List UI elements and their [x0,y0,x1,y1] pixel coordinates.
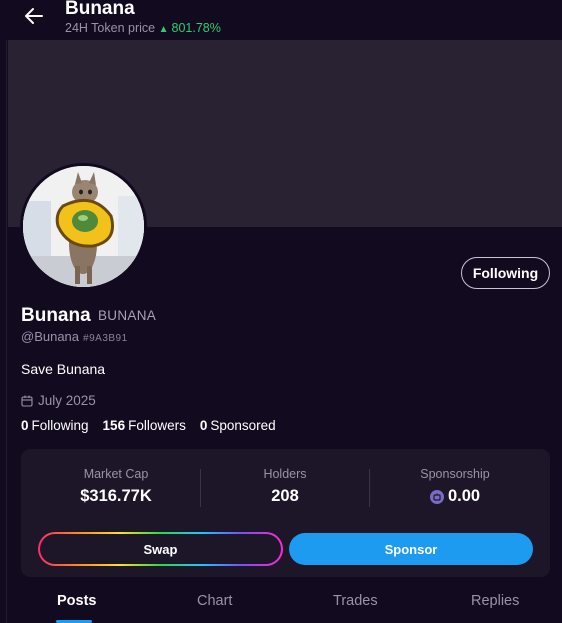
joined-text: July 2025 [38,393,96,408]
sponsorship-token-icon [429,489,444,504]
price-subtitle: 24H Token price ▲ 801.78% [65,21,221,35]
followers-stat[interactable]: 156 Followers [103,418,186,433]
back-button[interactable] [22,4,46,28]
profile-handle: @Bunana #9A3B91 [21,329,128,344]
market-cap-value: $316.77K [80,487,152,505]
swap-label: Swap [40,534,281,564]
followers-count: 156 [102,418,126,433]
token-ticker: BUNANA [98,308,157,323]
market-card: Market Cap $316.77K Holders 208 Sponsors… [21,449,550,577]
sponsorship-value-row: 0.00 [367,487,543,506]
avatar-image [23,166,144,287]
holders-value: 208 [271,487,299,505]
market-cap-metric: Market Cap $316.77K [28,467,204,506]
following-label: Following [31,418,89,433]
market-cap-label: Market Cap [83,467,149,481]
tab-trades[interactable]: Trades [333,593,378,609]
tab-replies[interactable]: Replies [471,593,519,609]
sponsorship-value: 0.00 [447,487,481,505]
holders-metric: Holders 208 [197,467,373,506]
price-change: 801.78% [171,21,221,35]
page-title: Bunana [65,0,135,19]
calendar-icon [21,395,33,407]
token-profile-page: Bunana 24H Token price ▲ 801.78% Followin… [0,0,562,623]
joined-date: July 2025 [21,393,96,408]
sponsored-stat[interactable]: 0 Sponsored [200,418,276,433]
handle-text: @Bunana [21,329,80,344]
following-button[interactable]: Following [461,257,550,289]
profile-tabs: Posts Chart Trades Replies [0,590,562,623]
holders-label: Holders [263,467,307,481]
triangle-up-icon: ▲ [158,24,169,35]
following-stat[interactable]: 0 Following [21,418,89,433]
swap-button[interactable]: Swap [38,532,283,566]
price-label: 24H Token price [65,21,156,35]
sponsored-label: Sponsored [210,418,276,433]
sponsor-button[interactable]: Sponsor [289,533,533,565]
profile-bio: Save Bunana [21,361,106,377]
top-header: Bunana 24H Token price ▲ 801.78% [0,0,562,40]
avatar[interactable] [20,163,147,290]
profile-name: Bunana [21,305,91,326]
left-divider [6,40,7,623]
following-count: 0 [21,418,29,433]
sponsorship-label: Sponsorship [420,467,490,481]
followers-label: Followers [128,418,186,433]
sponsored-count: 0 [199,418,208,433]
tab-posts[interactable]: Posts [57,593,97,609]
arrow-left-icon [25,8,43,24]
token-address[interactable]: #9A3B91 [83,333,128,344]
tab-chart[interactable]: Chart [197,593,232,609]
sponsorship-metric: Sponsorship 0.00 [367,467,543,506]
profile-stats: 0 Following 156 Followers 0 Sponsored [21,418,276,433]
